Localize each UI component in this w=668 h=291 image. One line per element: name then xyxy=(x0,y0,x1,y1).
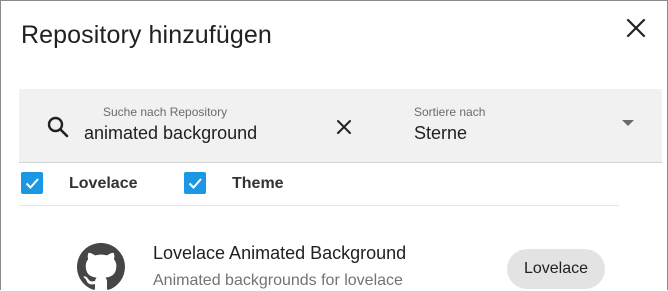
checkmark-icon xyxy=(25,178,39,189)
category-filters: Lovelace Theme xyxy=(19,171,619,197)
close-button[interactable] xyxy=(621,13,651,43)
checkmark-icon xyxy=(188,178,202,189)
divider xyxy=(19,205,619,206)
sort-label: Sortiere nach xyxy=(414,105,486,119)
clear-search-button[interactable] xyxy=(331,114,357,140)
theme-checkbox[interactable] xyxy=(184,172,206,194)
add-repository-dialog: Repository hinzufügen Suche nach Reposit… xyxy=(0,0,668,290)
dropdown-arrow-icon xyxy=(622,120,634,126)
sort-select[interactable]: Sortiere nach Sterne xyxy=(395,89,662,162)
search-label: Suche nach Repository xyxy=(103,105,228,119)
repository-description: Animated backgrounds for lovelace xyxy=(153,272,403,289)
github-icon xyxy=(77,243,125,290)
sort-value: Sterne xyxy=(414,123,468,143)
dialog-title: Repository hinzufügen xyxy=(21,21,272,49)
search-input[interactable]: animated background xyxy=(84,123,257,144)
search-field[interactable]: Suche nach Repository animated backgroun… xyxy=(19,89,395,162)
repository-list-item[interactable]: Lovelace Animated Background Animated ba… xyxy=(61,227,621,290)
category-chip[interactable]: Lovelace xyxy=(507,249,605,289)
close-icon xyxy=(626,18,646,38)
close-icon xyxy=(337,120,351,134)
repository-name: Lovelace Animated Background xyxy=(153,243,407,263)
lovelace-checkbox[interactable] xyxy=(21,172,43,194)
lovelace-filter-label[interactable]: Lovelace xyxy=(69,175,137,193)
search-icon xyxy=(47,116,69,138)
filter-bar: Suche nach Repository animated backgroun… xyxy=(19,89,662,163)
theme-filter-label[interactable]: Theme xyxy=(232,175,284,193)
